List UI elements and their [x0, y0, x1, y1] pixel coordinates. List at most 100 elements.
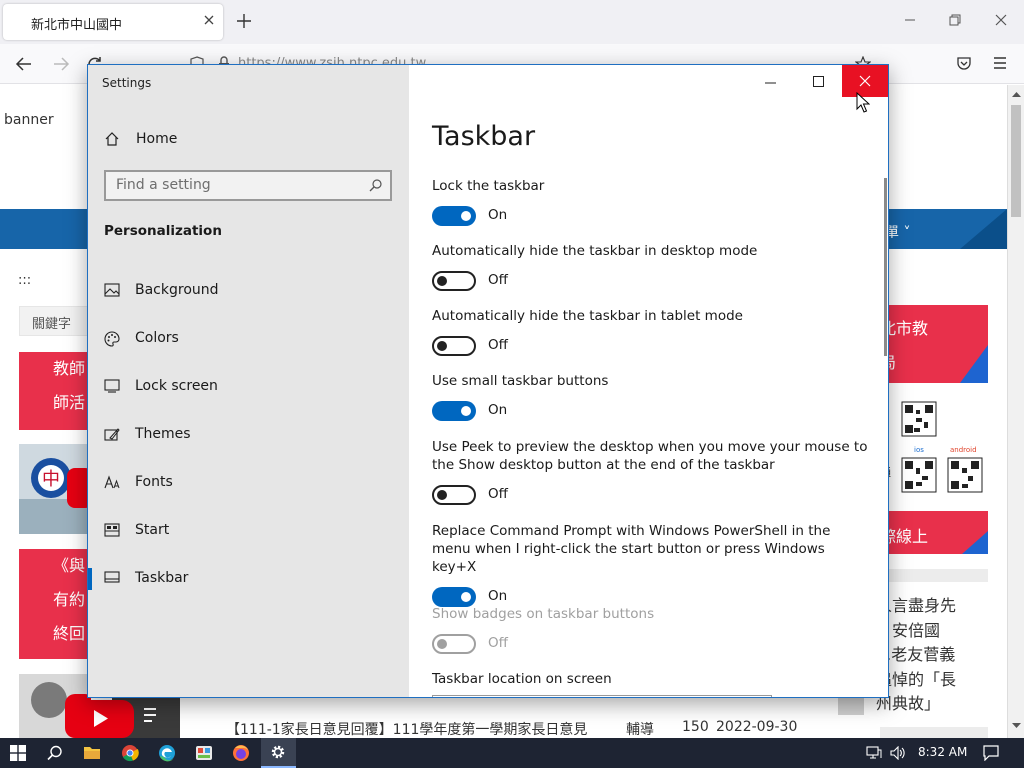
news-line: 州典故」	[876, 694, 941, 713]
toggle-state: Off	[488, 486, 508, 502]
news-card-red-2[interactable]: 《與 有約 終回	[19, 549, 91, 659]
setting-badges: Show badges on taskbar buttons Off	[432, 605, 872, 654]
palette-icon	[104, 331, 120, 347]
taskbar-icon	[104, 571, 120, 583]
nav-item-colors[interactable]: Colors	[88, 318, 409, 358]
chrome-icon[interactable]	[121, 744, 139, 762]
nav-item-fonts[interactable]: Fonts	[88, 462, 409, 502]
setting-label: Lock the taskbar	[432, 178, 545, 194]
news-thumbnail-1[interactable]: 中	[19, 444, 91, 534]
settings-taskbar-button[interactable]	[261, 738, 296, 768]
page-scrollbar[interactable]	[1007, 85, 1024, 738]
home-label: Home	[136, 131, 178, 147]
setting-autohide-desktop: Automatically hide the taskbar in deskto…	[432, 242, 872, 291]
nav-item-taskbar[interactable]: Taskbar	[88, 558, 409, 598]
pocket-icon[interactable]	[956, 56, 972, 72]
forward-arrow-icon[interactable]	[52, 56, 70, 72]
nav-item-lock-screen[interactable]: Lock screen	[88, 366, 409, 406]
promo-card-red-1[interactable]: 北市教 局	[880, 305, 988, 383]
lock-screen-icon	[104, 379, 120, 393]
android-label: android	[950, 446, 977, 454]
toggle-state: Off	[488, 272, 508, 288]
picture-icon	[104, 283, 120, 297]
keyword-search-input[interactable]: 關鍵字	[19, 306, 91, 336]
card-text: 有約	[53, 590, 86, 609]
setting-label: Taskbar location on screen	[432, 671, 612, 687]
volume-icon[interactable]	[890, 746, 906, 760]
news-line: ：安倍國	[876, 620, 941, 640]
settings-window: Settings Home Personalization Background	[87, 64, 889, 698]
announcement-dept: 輔導	[626, 722, 654, 738]
nav-label: Fonts	[135, 474, 173, 490]
maximize-icon[interactable]	[813, 76, 824, 87]
mouse-cursor-icon	[856, 92, 870, 114]
notification-icon[interactable]	[983, 745, 999, 761]
setting-autohide-tablet: Automatically hide the taskbar in tablet…	[432, 307, 872, 356]
settings-sidebar: Settings Home Personalization Background	[88, 65, 409, 697]
toggle-state: On	[488, 402, 508, 418]
announcement-row[interactable]: 【111-1家長日意見回覆】111學年度第一學期家長日意見 輔導 150 202…	[226, 719, 806, 739]
card-text: 《與	[53, 556, 86, 575]
find-setting-input[interactable]	[116, 177, 356, 193]
window-title: Settings	[102, 76, 152, 90]
powershell-toggle[interactable]	[432, 587, 476, 607]
youtube-player-icon[interactable]	[66, 697, 180, 738]
app-icon[interactable]	[195, 744, 213, 762]
gear-icon	[270, 744, 286, 760]
taskbar-clock[interactable]: 8:32 AM	[918, 745, 967, 759]
toggle-state: Off	[488, 635, 508, 651]
search-icon[interactable]	[47, 745, 63, 761]
browser-tabstrip: 新北市中山國中	[0, 0, 1024, 44]
toggle-state: Off	[488, 337, 508, 353]
setting-label: Automatically hide the taskbar in deskto…	[432, 243, 758, 259]
toggle-state: On	[488, 207, 508, 223]
new-tab-icon[interactable]	[236, 13, 252, 29]
news-line: 人言盡身先	[876, 596, 957, 615]
nav-item-themes[interactable]: Themes	[88, 414, 409, 454]
nav-item-start[interactable]: Start	[88, 510, 409, 550]
taskbar-location-dropdown[interactable]	[432, 695, 772, 697]
badges-toggle[interactable]	[432, 634, 476, 654]
minimize-icon[interactable]	[765, 82, 776, 84]
search-icon[interactable]	[369, 179, 382, 192]
section-divider	[876, 569, 988, 582]
themes-icon	[104, 427, 120, 443]
peek-toggle[interactable]	[432, 485, 476, 505]
banner-text: banner	[4, 112, 54, 128]
menu-hamburger-icon[interactable]	[993, 56, 1007, 70]
card-text: 教師	[53, 359, 86, 378]
find-setting-box[interactable]	[104, 170, 392, 201]
home-nav-item[interactable]: Home	[104, 129, 394, 149]
setting-location: Taskbar location on screen	[432, 670, 872, 688]
home-icon	[104, 131, 120, 147]
browser-tab[interactable]: 新北市中山國中	[3, 4, 223, 40]
accesskey-mark: :::	[18, 273, 32, 288]
edge-icon[interactable]	[158, 744, 176, 762]
tab-close-icon[interactable]	[203, 14, 215, 26]
nav-label: Colors	[135, 330, 179, 346]
setting-label: Show badges on taskbar buttons	[432, 606, 655, 622]
nav-label: Taskbar	[135, 570, 189, 586]
firefox-icon[interactable]	[232, 744, 250, 762]
news-headline[interactable]: 人言盡身先 ：安倍國 ...老友菅義 追悼的「長 州典故」	[876, 594, 996, 717]
news-card-red-1[interactable]: 教師 師活	[19, 352, 91, 430]
tab-title: 新北市中山國中	[31, 18, 123, 33]
autohide-tablet-toggle[interactable]	[432, 336, 476, 356]
ios-label: ios	[914, 446, 924, 454]
settings-scrollbar[interactable]	[884, 178, 887, 356]
network-icon[interactable]	[866, 746, 882, 760]
promo-card-red-2[interactable]: 際線上	[880, 511, 988, 554]
windows-start-icon[interactable]	[10, 745, 26, 761]
lock-taskbar-toggle[interactable]	[432, 206, 476, 226]
file-explorer-icon[interactable]	[83, 744, 101, 760]
browser-restore-icon[interactable]	[949, 14, 961, 26]
nav-item-background[interactable]: Background	[88, 270, 409, 310]
back-arrow-icon[interactable]	[15, 56, 33, 72]
small-buttons-toggle[interactable]	[432, 401, 476, 421]
browser-close-icon[interactable]	[995, 14, 1007, 26]
nav-label: Themes	[135, 426, 191, 442]
setting-label: Use Peek to preview the desktop when you…	[432, 439, 868, 473]
page-scrollbar-thumb[interactable]	[1011, 105, 1021, 217]
browser-minimize-icon[interactable]	[904, 14, 916, 26]
autohide-desktop-toggle[interactable]	[432, 271, 476, 291]
